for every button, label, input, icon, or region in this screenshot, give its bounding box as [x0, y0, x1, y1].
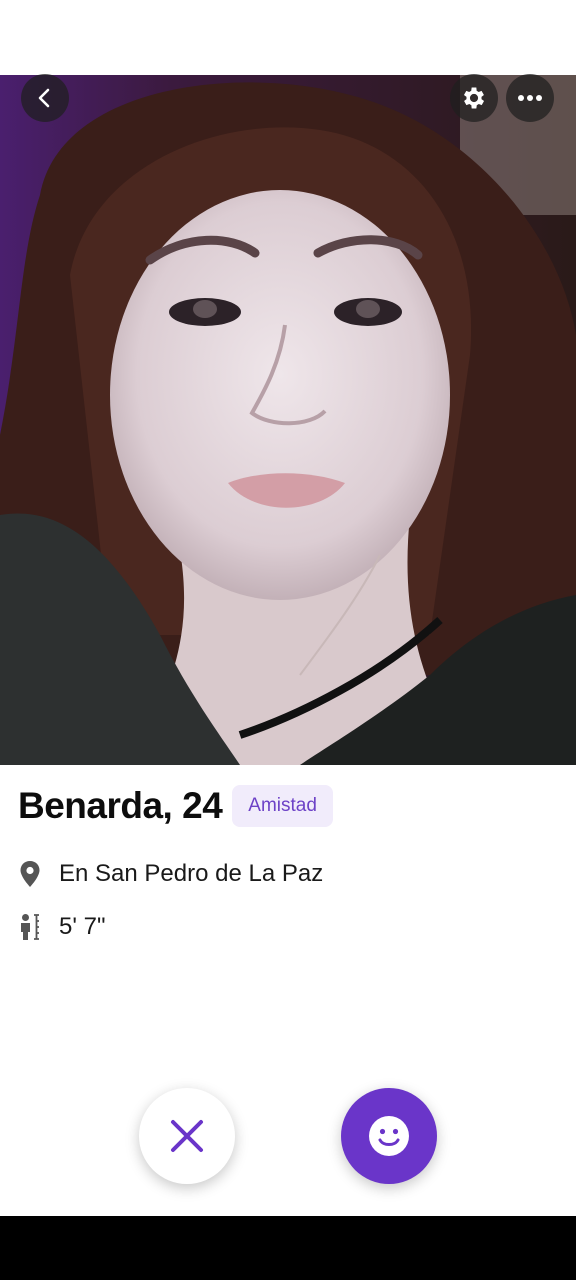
profile-photo-image: [0, 75, 576, 765]
system-navigation-bar: [0, 1216, 576, 1280]
profile-photo[interactable]: [0, 75, 576, 765]
location-row: En San Pedro de La Paz: [18, 860, 323, 888]
back-button[interactable]: [21, 74, 69, 122]
dislike-button[interactable]: [139, 1088, 235, 1184]
more-dots-icon: [518, 95, 542, 101]
intent-tag: Amistad: [232, 785, 333, 827]
chevron-left-icon: [38, 88, 50, 108]
location-text: En San Pedro de La Paz: [59, 860, 324, 887]
settings-button[interactable]: [450, 74, 498, 122]
like-button[interactable]: [341, 1088, 437, 1184]
name-row: Benarda, 24 Amistad: [18, 785, 333, 827]
location-pin-icon: [18, 860, 42, 888]
profile-name-age: Benarda, 24: [18, 785, 223, 826]
close-icon: [171, 1120, 203, 1152]
status-bar: [0, 0, 576, 75]
height-row: 5' 7": [18, 913, 105, 941]
smiley-icon: [369, 1116, 409, 1156]
more-options-button[interactable]: [506, 74, 554, 122]
height-text: 5' 7": [59, 913, 106, 940]
gear-icon: [463, 87, 485, 109]
height-icon: [18, 913, 42, 941]
